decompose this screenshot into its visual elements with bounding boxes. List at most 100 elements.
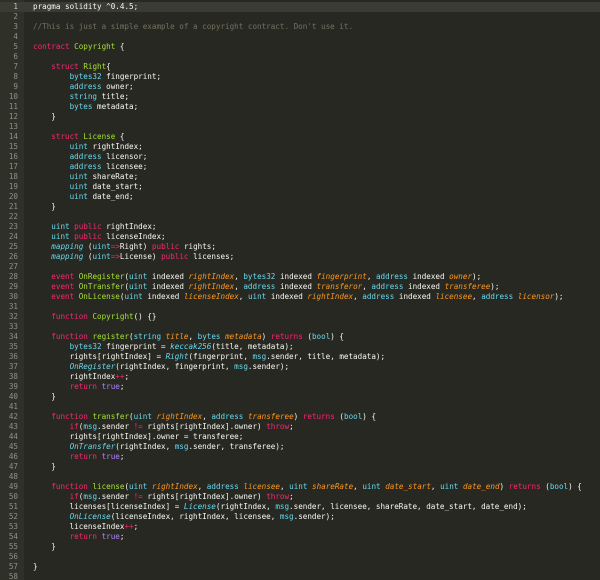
code-line[interactable]: 9 address owner;	[0, 82, 600, 92]
code-token: {	[106, 62, 111, 71]
code-line[interactable]: 22	[0, 212, 600, 222]
code-line[interactable]: 19 uint date_start;	[0, 182, 600, 192]
code-line[interactable]: 26 mapping (uint=>License) public licens…	[0, 252, 600, 262]
code-editor[interactable]: 1 pragma solidity ^0.4.5; 2 3 //This is just…	[0, 0, 600, 580]
code-line[interactable]: 6	[0, 52, 600, 62]
code-line[interactable]: 52 OnLicense(licenseIndex, rightIndex, l…	[0, 512, 600, 522]
code-token: indexed	[142, 292, 184, 301]
code-line[interactable]: 41	[0, 402, 600, 412]
code-token: OnRegister	[78, 272, 125, 281]
code-token: bool	[311, 332, 331, 341]
code-line[interactable]: 31	[0, 302, 600, 312]
code-token: msg	[174, 442, 189, 451]
code-line[interactable]: 2	[0, 12, 600, 22]
code-line[interactable]: 53 licenseIndex++;	[0, 522, 600, 532]
code-line[interactable]: 51 licenses[licenseIndex] = License(righ…	[0, 502, 600, 512]
code-line[interactable]: 17 address licensee;	[0, 162, 600, 172]
code-token: public	[161, 252, 189, 261]
code-line[interactable]: 30 event OnLicense(uint indexed licenseI…	[0, 292, 600, 302]
code-line[interactable]: 10 string title;	[0, 92, 600, 102]
code-token: }	[33, 562, 38, 571]
code-token: bytes	[69, 102, 93, 111]
line-number: 34	[8, 332, 18, 341]
code-line[interactable]: 34 function register (string title, bytes…	[0, 332, 600, 342]
code-line[interactable]: 35 bytes32 fingerprint = keccak256(title…	[0, 342, 600, 352]
code-line[interactable]: 40 }	[0, 392, 600, 402]
line-text: address licensor;	[33, 152, 148, 162]
code-line[interactable]: 29 event OnTransfer(uint indexed rightIn…	[0, 282, 600, 292]
code-line[interactable]: 33	[0, 322, 600, 332]
line-number: 28	[8, 272, 18, 281]
code-line[interactable]: 15 uint rightIndex;	[0, 142, 600, 152]
code-line[interactable]: 57}	[0, 562, 600, 572]
code-line[interactable]: 32 function Copyright() {}	[0, 312, 600, 322]
line-text: uint public rightIndex;	[33, 222, 156, 232]
code-line[interactable]: 36 rights[rightIndex] = Right(fingerprin…	[0, 352, 600, 362]
code-line[interactable]: 42 function transfer (uint rightIndex, ad…	[0, 412, 600, 422]
code-line[interactable]: 20 uint date_end;	[0, 192, 600, 202]
code-line[interactable]: 21 }	[0, 202, 600, 212]
code-line[interactable]: 38 rightIndex++;	[0, 372, 600, 382]
line-number: 22	[8, 212, 18, 221]
code-line[interactable]: 49 function license (uint rightIndex, add…	[0, 482, 600, 492]
code-line[interactable]: 27	[0, 262, 600, 272]
code-line[interactable]: 46 return true;	[0, 452, 600, 462]
code-token: bool	[549, 482, 569, 491]
code-line[interactable]: 11 bytes metadata;	[0, 102, 600, 112]
code-line[interactable]: 16 address licensor;	[0, 152, 600, 162]
code-line[interactable]: 25 mapping (uint=>Right) public rights;	[0, 242, 600, 252]
line-number: 45	[8, 442, 18, 451]
code-line[interactable]: 12 }	[0, 112, 600, 122]
line-text: struct Right{	[33, 62, 111, 72]
code-token: msg	[83, 422, 98, 431]
code-line[interactable]: 39 return true;	[0, 382, 600, 392]
code-line[interactable]: 13	[0, 122, 600, 132]
code-line[interactable]: 28 event OnRegister(uint indexed rightIn…	[0, 272, 600, 282]
code-token: public	[74, 222, 102, 231]
code-line[interactable]: 7 struct Right{	[0, 62, 600, 72]
code-line[interactable]: 24 uint public licenseIndex;	[0, 232, 600, 242]
code-area[interactable]: 1 pragma solidity ^0.4.5; 2 3 //This is just…	[0, 0, 600, 580]
code-line[interactable]: 55 }	[0, 542, 600, 552]
code-token: title	[165, 332, 189, 341]
code-token: indexed	[394, 292, 436, 301]
code-line[interactable]: 45 OnTransfer(rightIndex, msg.sender, tr…	[0, 442, 600, 452]
code-line[interactable]: 4	[0, 32, 600, 42]
code-token: indexed	[403, 282, 445, 291]
code-line[interactable]: 5 contract Copyright {	[0, 42, 600, 52]
line-number: 6	[13, 52, 18, 61]
code-line[interactable]: 43 if(msg.sender != rights[rightIndex].o…	[0, 422, 600, 432]
code-token: !=	[133, 492, 143, 501]
code-line[interactable]: 48	[0, 472, 600, 482]
code-token: returns	[508, 482, 541, 491]
code-line[interactable]: 14 struct License {	[0, 132, 600, 142]
code-line[interactable]: 23 uint public rightIndex;	[0, 222, 600, 232]
code-token: date_start	[385, 482, 431, 491]
code-line[interactable]: 56	[0, 552, 600, 562]
code-line[interactable]: 18 uint shareRate;	[0, 172, 600, 182]
code-line[interactable]: 37 OnRegister(rightIndex, fingerprint, m…	[0, 362, 600, 372]
code-token: bool	[344, 412, 363, 421]
code-line[interactable]: 47 }	[0, 462, 600, 472]
line-text: licenseIndex++;	[33, 522, 139, 532]
code-token: address	[69, 152, 102, 161]
code-token: licensee	[243, 482, 280, 491]
line-text: }	[33, 542, 56, 552]
code-line[interactable]: 1 pragma solidity ^0.4.5;	[0, 2, 600, 12]
line-number: 3	[13, 22, 18, 31]
code-line[interactable]: 54 return true;	[0, 532, 600, 542]
code-line[interactable]: 58	[0, 572, 600, 580]
code-token: string	[69, 92, 98, 101]
code-token: }	[33, 462, 56, 471]
code-line[interactable]: 8 bytes32 fingerprint;	[0, 72, 600, 82]
code-line[interactable]: 3 //This is just a simple example of a co…	[0, 22, 600, 32]
code-line[interactable]: 44 rights[rightIndex].owner = transferee…	[0, 432, 600, 442]
code-line[interactable]: 50 if(msg.sender != rights[rightIndex].o…	[0, 492, 600, 502]
line-number: 23	[8, 222, 18, 231]
code-token: (rightIndex,	[115, 442, 175, 451]
line-number: 38	[8, 372, 18, 381]
